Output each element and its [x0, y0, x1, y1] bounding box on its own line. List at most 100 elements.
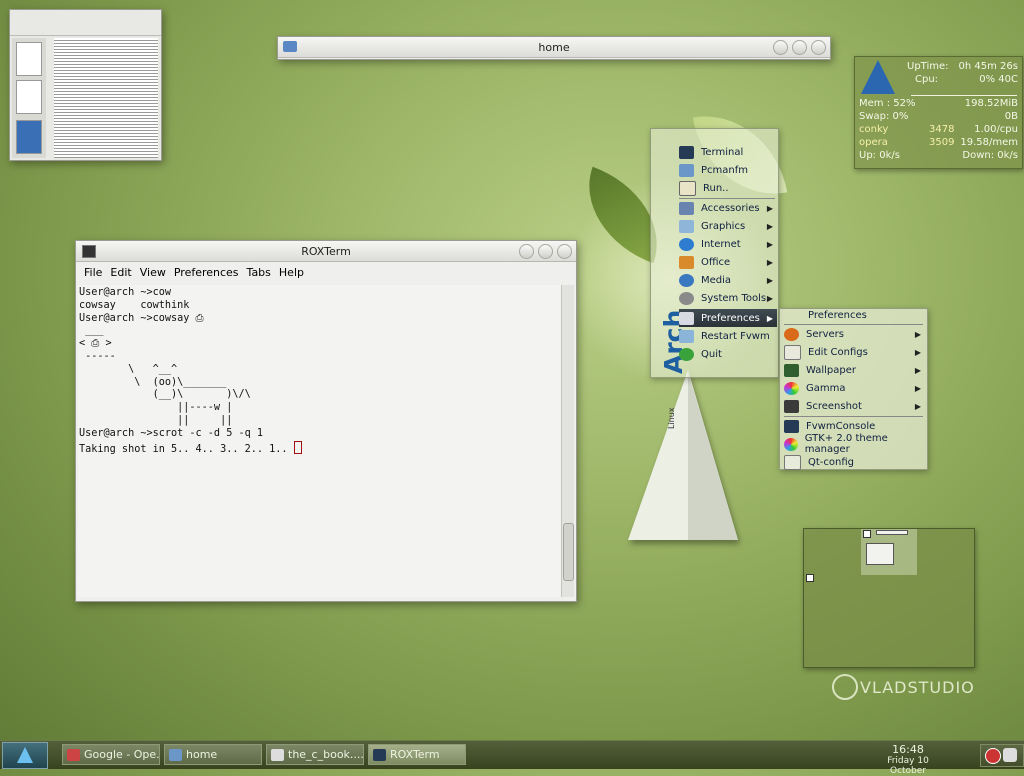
minimize-button[interactable] — [773, 40, 788, 55]
menu-item-edit-configs[interactable]: Edit Configs ▶ — [784, 343, 925, 361]
submenu-arrow-icon: ▶ — [914, 401, 921, 411]
pdf-page-thumbnail[interactable] — [16, 80, 42, 114]
terminal-scrollbar[interactable] — [561, 285, 574, 597]
gtk-icon — [784, 437, 798, 451]
process-pid: 3478 — [929, 124, 955, 135]
camera-icon — [784, 399, 799, 413]
terminal-line: \ ^__^ — [79, 363, 178, 375]
menu-item-label: Accessories — [701, 202, 760, 214]
menu-edit[interactable]: Edit — [106, 266, 135, 279]
gamma-icon — [784, 381, 799, 395]
menu-item-media[interactable]: Media ▶ — [679, 271, 777, 289]
menu-item-quit[interactable]: Quit — [679, 345, 777, 363]
terminal-line: User@arch ~>cowsay ⎙ — [79, 312, 204, 324]
quit-icon — [679, 347, 694, 361]
uptime-label: UpTime: — [907, 61, 949, 72]
menu-item-qt-config[interactable]: Qt-config — [784, 453, 925, 471]
terminal-line: User@arch ~>scrot -c -d 5 -q 1 — [79, 427, 264, 439]
uptime-value: 0h 45m 26s — [958, 61, 1018, 72]
system-tray — [980, 744, 1024, 767]
office-icon — [679, 255, 694, 269]
menu-item-label: Media — [701, 274, 732, 286]
wallpaper-icon — [784, 363, 799, 377]
close-button[interactable] — [811, 40, 826, 55]
start-button[interactable] — [2, 742, 48, 769]
pager-mini-window[interactable] — [876, 530, 908, 535]
pdf-thumbnail-sidebar[interactable] — [12, 38, 46, 158]
menu-item-accessories[interactable]: Accessories ▶ — [679, 199, 777, 217]
menu-item-label: Quit — [701, 348, 722, 360]
task-roxterm[interactable]: ROXTerm — [368, 744, 466, 765]
cpu-value: 0% 40C — [979, 74, 1018, 85]
terminal-line: \ (oo)\_______ — [79, 376, 227, 388]
menu-help[interactable]: Help — [275, 266, 308, 279]
edit-configs-icon — [784, 344, 801, 360]
submenu-arrow-icon: ▶ — [914, 329, 921, 339]
media-icon — [679, 273, 694, 287]
terminal-output[interactable]: User@arch ~>cow cowsay cowthink User@arch … — [78, 285, 562, 597]
minimize-button[interactable] — [519, 244, 534, 259]
task-opera[interactable]: Google - Ope... — [62, 744, 160, 765]
maximize-button[interactable] — [792, 40, 807, 55]
menu-view[interactable]: View — [136, 266, 170, 279]
net-down: Down: 0k/s — [962, 150, 1018, 161]
submenu-arrow-icon: ▶ — [766, 221, 773, 231]
menu-item-run[interactable]: Run.. — [679, 179, 777, 197]
roxterm-titlebar[interactable]: ROXTerm — [76, 241, 576, 262]
maximize-button[interactable] — [538, 244, 553, 259]
menu-item-servers[interactable]: Servers ▶ — [784, 325, 925, 343]
pager-mini-window[interactable] — [863, 530, 871, 538]
task-label: ROXTerm — [390, 748, 440, 761]
submenu-title: Preferences — [808, 310, 867, 321]
terminal-line: Taking shot in 5.. 4.. 3.. 2.. 1.. — [79, 443, 294, 455]
tray-app-icon[interactable] — [1003, 748, 1017, 762]
roxterm-window[interactable]: ROXTerm File Edit View Preferences Tabs … — [75, 240, 577, 602]
menu-tabs[interactable]: Tabs — [243, 266, 275, 279]
menu-item-pcmanfm[interactable]: Pcmanfm — [679, 161, 777, 179]
menu-item-preferences[interactable]: Preferences ▶ — [679, 309, 777, 327]
menu-item-gamma[interactable]: Gamma ▶ — [784, 379, 925, 397]
wallpaper-brand: VLADSTUDIO — [860, 678, 975, 697]
accessories-icon — [679, 201, 694, 215]
desktop-pager[interactable] — [803, 528, 975, 668]
submenu-arrow-icon: ▶ — [766, 313, 773, 323]
pager-mini-window[interactable] — [866, 543, 894, 565]
terminal-line: < ⎙ > — [79, 338, 112, 350]
menu-item-office[interactable]: Office ▶ — [679, 253, 777, 271]
menu-item-wallpaper[interactable]: Wallpaper ▶ — [784, 361, 925, 379]
scrollbar-thumb[interactable] — [563, 523, 574, 581]
menu-item-restart-fvwm[interactable]: Restart Fvwm — [679, 327, 777, 345]
tray-app-icon[interactable] — [985, 748, 1001, 764]
menu-item-gtk-theme-manager[interactable]: GTK+ 2.0 theme manager — [784, 433, 925, 455]
menu-file[interactable]: File — [80, 266, 106, 279]
menu-item-label: Internet — [701, 238, 741, 250]
pdf-page-thumbnail[interactable] — [16, 42, 42, 76]
menu-item-label: Terminal — [701, 146, 744, 158]
close-button[interactable] — [557, 244, 572, 259]
task-label: home — [186, 748, 218, 761]
menu-preferences[interactable]: Preferences — [170, 266, 243, 279]
pdf-page-thumbnail[interactable] — [16, 120, 42, 154]
home-titlebar[interactable]: home — [278, 37, 830, 58]
submenu-arrow-icon: ▶ — [766, 257, 773, 267]
task-c-book[interactable]: the_c_book.... — [266, 744, 364, 765]
arch-root-menu: Arch Linux Terminal Pcmanfm Run.. Access… — [650, 128, 779, 429]
arch-logo-icon — [861, 60, 895, 94]
clock[interactable]: 16:48 Friday 10 October — [868, 743, 948, 776]
menu-item-terminal[interactable]: Terminal — [679, 143, 777, 161]
task-home[interactable]: home — [164, 744, 262, 765]
pdf-menubar — [10, 10, 161, 19]
pager-mini-window[interactable] — [806, 574, 814, 582]
terminal-line: ___ — [79, 325, 104, 337]
internet-icon — [679, 237, 694, 251]
menu-item-label: System Tools — [701, 292, 767, 304]
cpu-graph — [911, 87, 1017, 96]
console-icon — [784, 419, 799, 433]
terminal-icon — [82, 245, 96, 258]
pdf-viewer-window[interactable] — [9, 9, 162, 161]
menu-item-internet[interactable]: Internet ▶ — [679, 235, 777, 253]
menu-item-graphics[interactable]: Graphics ▶ — [679, 217, 777, 235]
menu-item-system-tools[interactable]: System Tools ▶ — [679, 289, 777, 307]
menu-item-screenshot[interactable]: Screenshot ▶ — [784, 397, 925, 415]
home-window[interactable]: home — [277, 36, 831, 60]
